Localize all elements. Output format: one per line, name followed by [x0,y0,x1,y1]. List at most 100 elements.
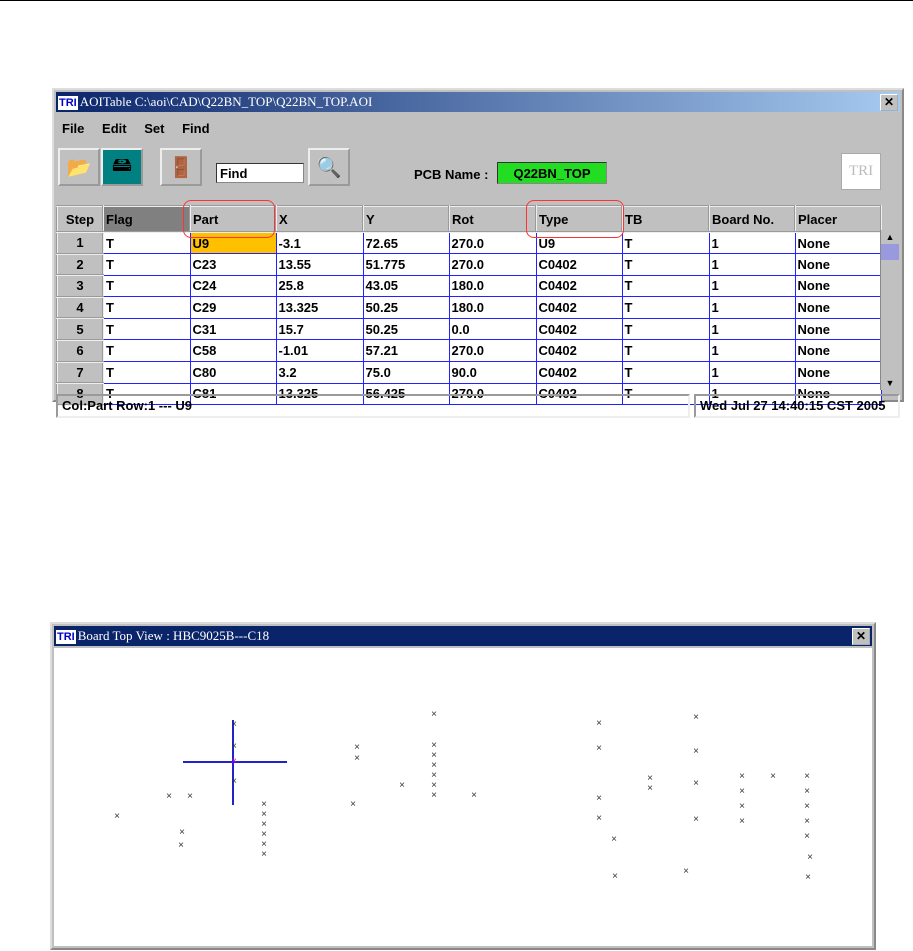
table-cell[interactable]: T [621,231,710,255]
table-cell[interactable]: None [794,274,882,298]
table-row[interactable]: 3 T C24 25.8 43.05 180.0 C0402 T 1 None [56,274,882,298]
component-marker[interactable]: × [693,815,699,825]
table-cell[interactable]: 180.0 [448,296,537,319]
component-marker[interactable]: × [804,817,810,827]
table-cell[interactable]: None [794,339,882,363]
table-cell[interactable]: T [621,296,710,319]
table-cell[interactable]: T [102,339,191,363]
table-cell[interactable]: C0402 [535,253,623,276]
table-cell[interactable]: T [102,274,191,298]
table-row[interactable]: 5 T C31 15.7 50.25 0.0 C0402 T 1 None [56,317,882,341]
component-marker[interactable]: × [693,779,699,789]
table-cell[interactable]: T [102,296,191,319]
column-header[interactable]: Y [362,205,450,233]
table-cell[interactable]: T [102,361,191,384]
tri-logo-button[interactable]: TRI [841,153,881,190]
table-cell[interactable]: None [794,361,882,384]
component-marker[interactable]: × [166,792,172,802]
component-marker[interactable]: × [399,781,405,791]
row-header[interactable]: 2 [56,252,104,277]
component-marker[interactable]: × [612,872,618,882]
component-marker[interactable]: × [596,794,602,804]
table-cell[interactable]: C0402 [535,317,623,341]
table-cell[interactable]: 0.0 [448,317,537,341]
search-button[interactable]: 🔍 [308,148,350,186]
table-cell[interactable]: 270.0 [448,231,537,255]
table-cell[interactable]: 50.25 [362,296,450,319]
table-cell[interactable]: 13.325 [275,296,364,319]
component-marker[interactable]: × [596,814,602,824]
component-marker[interactable]: × [804,787,810,797]
component-marker[interactable]: × [231,720,237,730]
table-cell[interactable]: 270.0 [448,339,537,363]
component-marker[interactable]: × [354,754,360,764]
component-marker[interactable]: × [178,841,184,851]
find-input[interactable]: Find [216,163,304,183]
table-cell[interactable]: None [794,296,882,319]
row-header[interactable]: 3 [56,274,104,298]
component-marker[interactable]: × [693,713,699,723]
table-cell[interactable]: 1 [708,339,796,363]
row-header[interactable]: 1 [56,231,104,255]
table-cell[interactable]: 13.55 [275,253,364,276]
component-marker[interactable]: × [611,835,617,845]
component-marker[interactable]: × [231,742,237,752]
exit-button[interactable]: 🚪 [160,148,202,186]
table-row[interactable]: 1 T U9 -3.1 72.65 270.0 U9 T 1 None [56,231,882,255]
column-header[interactable]: X [275,205,364,233]
table-cell[interactable]: 43.05 [362,274,450,298]
component-marker[interactable]: × [739,787,745,797]
component-marker[interactable]: × [231,777,237,787]
table-cell[interactable]: 51.775 [362,253,450,276]
component-marker[interactable]: × [231,757,237,767]
table-cell[interactable]: 1 [708,296,796,319]
table-cell[interactable]: 270.0 [448,253,537,276]
table-cell[interactable]: 1 [708,274,796,298]
table-cell[interactable]: T [102,317,191,341]
table-cell[interactable]: T [621,339,710,363]
machine-button[interactable]: 🖴 [101,148,143,186]
component-marker[interactable]: × [596,719,602,729]
component-marker[interactable]: × [179,828,185,838]
menu-edit[interactable]: Edit [102,121,127,136]
table-cell[interactable]: 3.2 [275,361,364,384]
table-row[interactable]: 4 T C29 13.325 50.25 180.0 C0402 T 1 None [56,295,882,320]
table-cell[interactable]: -3.1 [275,231,364,255]
component-marker[interactable]: × [804,802,810,812]
table-cell[interactable]: 15.7 [275,317,364,341]
component-marker[interactable]: × [804,772,810,782]
scroll-up-icon[interactable]: ▲ [881,230,899,244]
component-marker[interactable]: × [261,850,267,860]
table-cell[interactable]: T [102,253,191,276]
component-marker[interactable]: × [350,800,356,810]
component-marker[interactable]: × [770,772,776,782]
table-row[interactable]: 6 T C58 -1.01 57.21 270.0 C0402 T 1 None [56,338,882,363]
table-cell[interactable]: C23 [189,253,277,276]
board-canvas[interactable]: × × × × × × × × × × × × × × × × × × × × × × × × × × × × × × × × × × × × × × × ×… [54,648,872,946]
column-header[interactable]: Board No. [708,205,796,233]
column-header[interactable]: TB [621,205,710,233]
close-button[interactable]: ✕ [880,94,898,111]
menu-set[interactable]: Set [144,121,164,136]
component-marker[interactable]: × [683,867,689,877]
table-cell[interactable]: 72.65 [362,231,450,255]
close-button[interactable]: ✕ [852,628,870,645]
component-marker[interactable]: × [739,817,745,827]
component-marker[interactable]: × [805,873,811,883]
table-cell[interactable]: C80 [189,361,277,384]
column-header[interactable]: Step [56,205,104,233]
row-header[interactable]: 7 [56,360,104,385]
component-marker[interactable]: × [354,743,360,753]
table-cell[interactable]: 1 [708,231,796,255]
column-header[interactable]: Rot [448,205,537,233]
table-cell[interactable]: C0402 [535,296,623,319]
table-cell[interactable]: 90.0 [448,361,537,384]
table-cell[interactable]: C29 [189,296,277,319]
table-cell[interactable]: C0402 [535,361,623,384]
table-cell[interactable]: None [794,231,882,255]
table-cell[interactable]: 50.25 [362,317,450,341]
table-cell[interactable]: T [621,317,710,341]
column-header[interactable]: Flag [102,205,191,233]
scroll-thumb[interactable] [881,244,899,260]
table-cell[interactable]: T [102,231,191,255]
